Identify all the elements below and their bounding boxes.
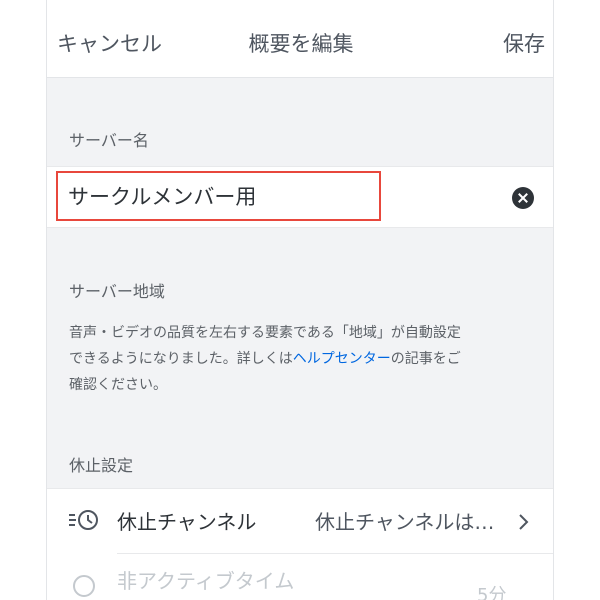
afk-channel-value: 休止チャンネルは…: [315, 510, 495, 534]
inactive-timeout-label: 非アクティブタイム: [117, 569, 295, 593]
server-name-input[interactable]: [56, 171, 381, 221]
clear-input-icon[interactable]: [512, 187, 534, 209]
history-clock-icon: [69, 510, 98, 530]
description-line-2-before: できるようになりました。詳しくは: [69, 351, 293, 367]
server-region-description: 音声・ビデオの品質を左右する要素である「地域」が自動設定 できるようになりました…: [69, 320, 539, 398]
edit-overview-screen: キャンセル 概要を編集 保存 サーバー名 サーバー地域 音声・ビデオの品質を左右…: [46, 0, 554, 600]
afk-channel-label: 休止チャンネル: [117, 510, 257, 534]
inactive-timeout-row[interactable]: 非アクティブタイム 5分: [47, 555, 553, 600]
description-line-3: 確認ください。: [69, 377, 167, 393]
server-region-section-label: サーバー地域: [69, 282, 165, 301]
description-line-2-after: の記事をご: [390, 351, 461, 367]
save-button[interactable]: 保存: [503, 28, 545, 58]
afk-settings-section-label: 休止設定: [69, 456, 134, 475]
navigation-bar: キャンセル 概要を編集 保存: [47, 0, 553, 78]
server-name-section-label: サーバー名: [69, 131, 149, 150]
server-name-row: [47, 166, 553, 228]
row-divider: [117, 553, 553, 554]
timer-icon: [73, 575, 95, 597]
chevron-right-icon: [519, 514, 529, 530]
description-line-1: 音声・ビデオの品質を左右する要素である「地域」が自動設定: [69, 325, 461, 341]
help-center-link[interactable]: ヘルプセンター: [293, 351, 391, 367]
afk-settings-list: 休止チャンネル 休止チャンネルは… 非アクティブタイム 5分: [47, 488, 553, 600]
inactive-timeout-value: 5分: [477, 585, 507, 600]
afk-channel-row[interactable]: 休止チャンネル 休止チャンネルは…: [47, 489, 553, 551]
cancel-button[interactable]: キャンセル: [57, 28, 162, 58]
